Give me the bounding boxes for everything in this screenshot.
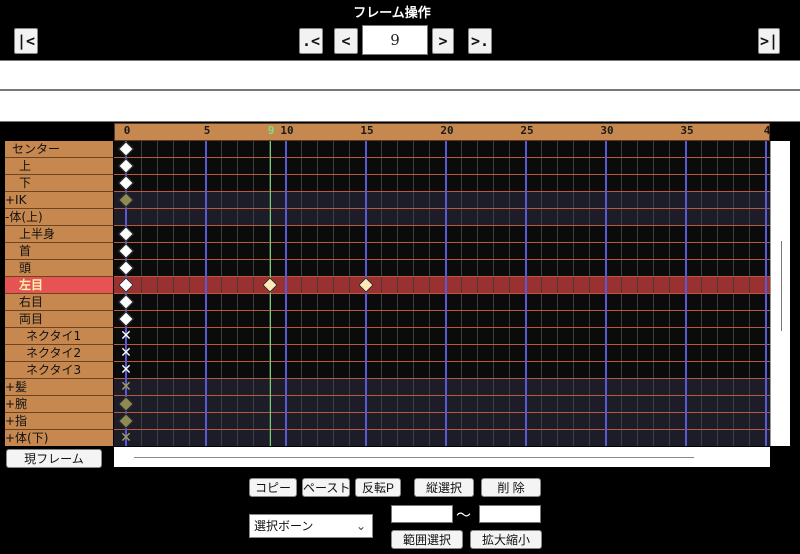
ruler-tick: 25 xyxy=(520,124,534,137)
ruler-tick: 20 xyxy=(440,124,454,137)
bone-item[interactable]: 頭 xyxy=(5,260,113,277)
bone-list[interactable]: センター上下 +IK -体(上) 上半身首頭左目 右目 両目 ネクタイ1 ネクタイ2 ネクタイ3… xyxy=(5,141,113,446)
bone-item[interactable]: -体(上) xyxy=(5,209,113,226)
range-select-button[interactable]: 範囲選択 xyxy=(391,530,463,549)
keyframe-row[interactable] xyxy=(114,396,770,413)
keyframe-row[interactable] xyxy=(114,260,770,277)
keyframe-row[interactable] xyxy=(114,175,770,192)
keyframe-x-marker[interactable]: ✕ xyxy=(120,329,132,343)
keyframe-x-marker[interactable]: ✕ xyxy=(120,431,132,445)
keyframe-row[interactable] xyxy=(114,345,770,362)
keyframe-row[interactable] xyxy=(114,277,770,294)
range-start-input[interactable] xyxy=(391,505,453,523)
current-frame-line xyxy=(270,141,271,446)
vertical-select-button[interactable]: 縦選択 xyxy=(414,478,474,497)
bone-item[interactable]: 左目 xyxy=(5,277,113,294)
first-frame-button[interactable]: |< xyxy=(14,28,38,54)
keyframe-row[interactable] xyxy=(114,226,770,243)
ruler-tick: 30 xyxy=(600,124,614,137)
major-frame-line xyxy=(445,141,447,446)
major-frame-line xyxy=(285,141,287,446)
bone-select-dropdown[interactable]: 選択ボーン ⌄ xyxy=(249,514,373,538)
major-frame-line xyxy=(765,141,767,446)
delete-button[interactable]: 削 除 xyxy=(481,478,541,497)
bone-item[interactable]: 両目 xyxy=(5,311,113,328)
major-frame-line xyxy=(205,141,207,446)
keyframe-row[interactable] xyxy=(114,158,770,175)
ruler-tick: 15 xyxy=(360,124,374,137)
bone-item[interactable]: +体(下) xyxy=(5,430,113,446)
ruler-tick: 9 xyxy=(267,124,275,137)
major-frame-line xyxy=(685,141,687,446)
ruler-tick: 5 xyxy=(203,124,211,137)
info-bar-bottom xyxy=(0,90,800,122)
bone-item[interactable]: 上半身 xyxy=(5,226,113,243)
keyframe-grid[interactable]: ✕ ✕ ✕ ✕ ✕ xyxy=(114,141,770,446)
frame-number-input[interactable] xyxy=(362,25,428,55)
keyframe-row[interactable] xyxy=(114,141,770,158)
keyframe-row[interactable] xyxy=(114,243,770,260)
keyframe-x-marker[interactable]: ✕ xyxy=(120,346,132,360)
copy-button[interactable]: コピー xyxy=(249,478,297,497)
keyframe-row[interactable] xyxy=(114,209,770,226)
bone-item[interactable]: 上 xyxy=(5,158,113,175)
bone-item[interactable]: +腕 xyxy=(5,396,113,413)
horizontal-scroll-thumb[interactable] xyxy=(134,457,694,458)
next-keyframe-button[interactable]: >. xyxy=(468,28,492,54)
window-title: フレーム操作 xyxy=(353,6,431,21)
keyframe-row[interactable] xyxy=(114,192,770,209)
vertical-scrollbar[interactable] xyxy=(770,141,790,446)
bone-item[interactable]: ネクタイ1 xyxy=(5,328,113,345)
bone-item[interactable]: ネクタイ3 xyxy=(5,362,113,379)
ruler-tick: 0 xyxy=(123,124,131,137)
bone-item[interactable]: ネクタイ2 xyxy=(5,345,113,362)
major-frame-line xyxy=(525,141,527,446)
keyframe-row[interactable] xyxy=(114,311,770,328)
bone-select-value: 選択ボーン xyxy=(254,519,314,533)
keyframe-x-marker[interactable]: ✕ xyxy=(120,380,132,394)
chevron-down-icon: ⌄ xyxy=(355,519,366,533)
keyframe-row[interactable] xyxy=(114,413,770,430)
paste-button[interactable]: ペースト xyxy=(302,478,350,497)
keyframe-row[interactable] xyxy=(114,362,770,379)
keyframe-row[interactable] xyxy=(114,294,770,311)
bone-item[interactable]: 首 xyxy=(5,243,113,260)
keyframe-row[interactable] xyxy=(114,328,770,345)
next-frame-button[interactable]: > xyxy=(432,28,454,54)
ruler-tick: 4 xyxy=(763,124,771,137)
horizontal-scrollbar[interactable] xyxy=(114,447,770,467)
keyframe-x-marker[interactable]: ✕ xyxy=(120,363,132,377)
prev-frame-button[interactable]: < xyxy=(334,28,358,54)
ruler-tick: 10 xyxy=(280,124,294,137)
major-frame-line xyxy=(605,141,607,446)
prev-keyframe-button[interactable]: .< xyxy=(299,28,323,54)
reverse-paste-button[interactable]: 反転P xyxy=(355,478,401,497)
keyframe-row[interactable] xyxy=(114,430,770,446)
vertical-scroll-thumb[interactable] xyxy=(781,241,782,331)
bone-item[interactable]: 下 xyxy=(5,175,113,192)
range-end-input[interactable] xyxy=(479,505,541,523)
ruler-tick: 35 xyxy=(680,124,694,137)
major-frame-line xyxy=(365,141,367,446)
bone-item[interactable]: +IK xyxy=(5,192,113,209)
bone-item[interactable]: +指 xyxy=(5,413,113,430)
bone-item[interactable]: センター xyxy=(5,141,113,158)
frame-ruler[interactable]: 0 5 9 10 15 20 25 30 35 4 xyxy=(114,123,770,141)
current-frame-button[interactable]: 現フレーム xyxy=(6,449,102,468)
bone-item[interactable]: 右目 xyxy=(5,294,113,311)
range-separator: ～ xyxy=(456,506,472,524)
scale-button[interactable]: 拡大縮小 xyxy=(470,530,542,549)
keyframe-row[interactable] xyxy=(114,379,770,396)
info-bar-top xyxy=(0,60,800,90)
last-frame-button[interactable]: >| xyxy=(758,28,780,54)
bone-item[interactable]: +髪 xyxy=(5,379,113,396)
